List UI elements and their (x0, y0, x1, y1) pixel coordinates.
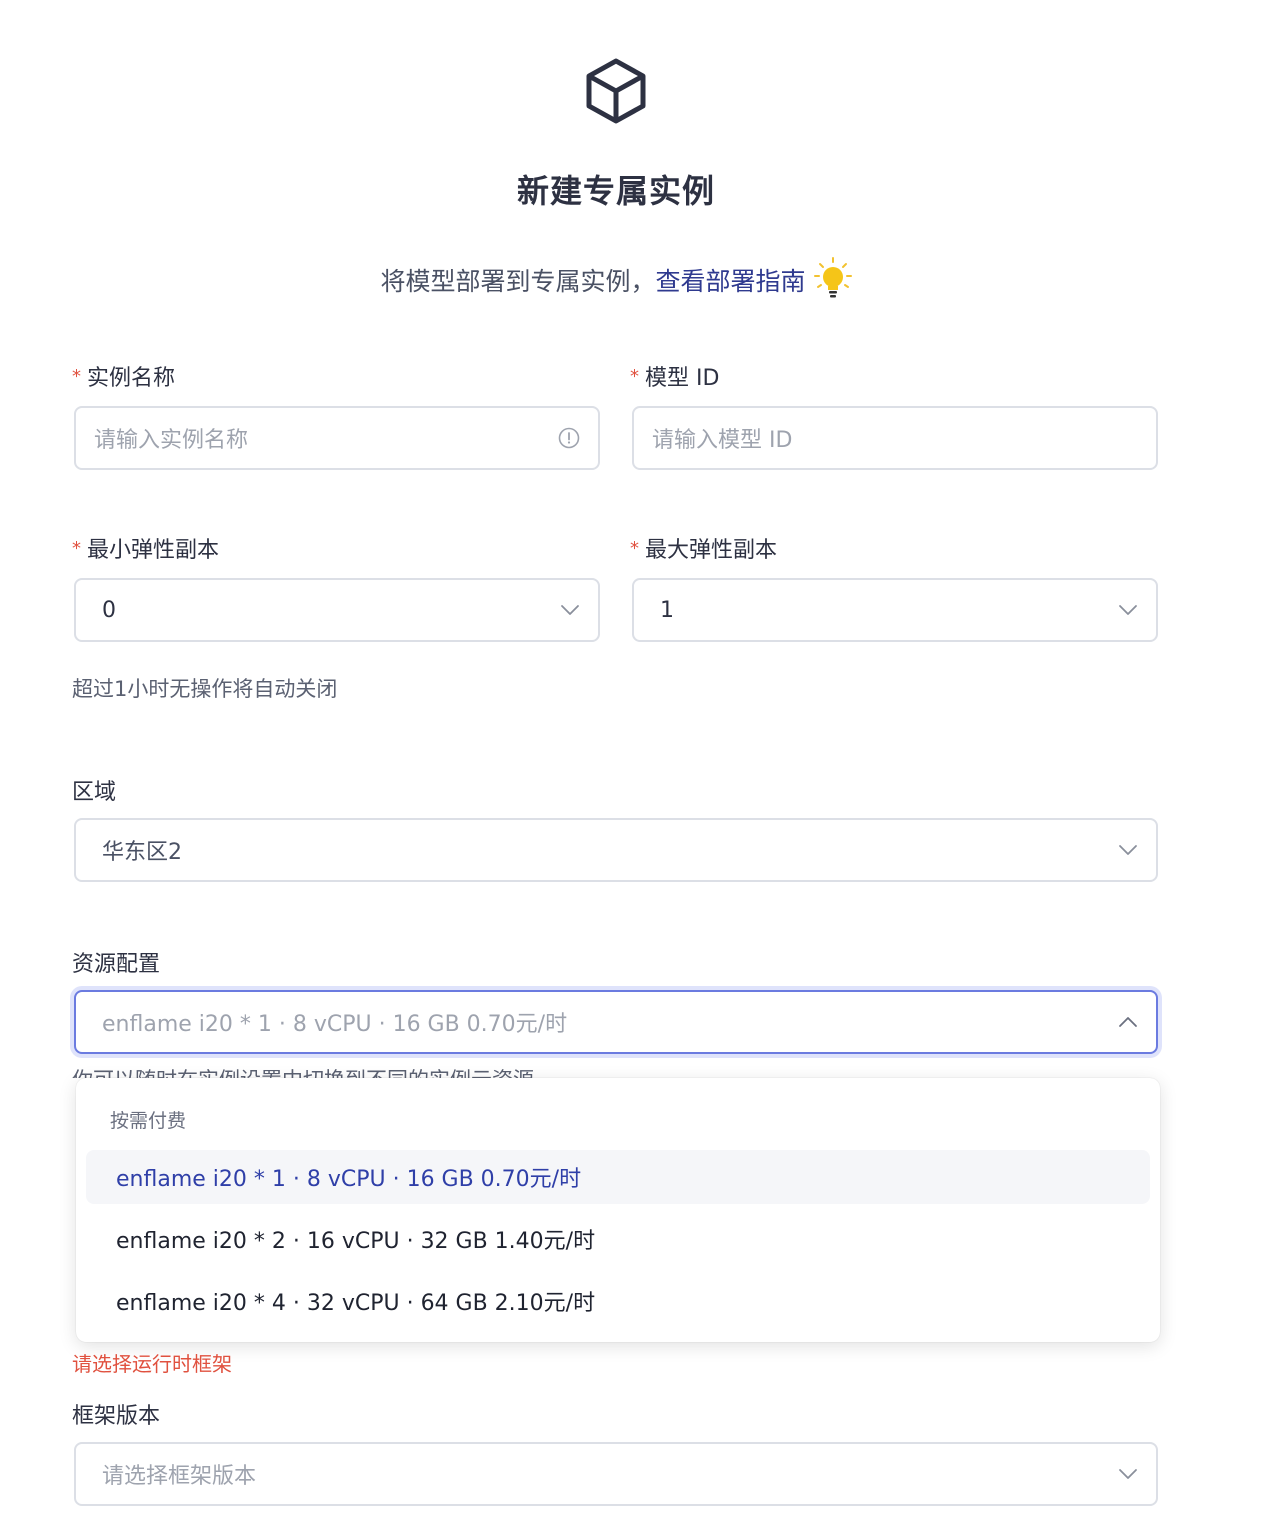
resource-dropdown: 按需付费 enflame i20 * 1 · 8 vCPU · 16 GB 0.… (76, 1078, 1160, 1342)
region-label: 区域 (72, 780, 117, 805)
min-replicas-label: * 最小弹性副本 (72, 538, 220, 563)
deployment-guide-link[interactable]: 查看部署指南 (656, 267, 806, 296)
required-mark: * (72, 538, 81, 559)
chevron-down-icon (1118, 844, 1138, 856)
resource-config-label: 资源配置 (72, 952, 161, 977)
resource-config-select[interactable]: enflame i20 * 1 · 8 vCPU · 16 GB 0.70元/时 (74, 990, 1158, 1054)
cube-icon (581, 56, 651, 126)
subtitle: 将模型部署到专属实例，查看部署指南 (0, 256, 1232, 306)
model-id-input[interactable]: 请输入模型 ID (632, 406, 1158, 470)
min-replicas-value: 0 (102, 597, 116, 623)
chevron-down-icon (1118, 604, 1138, 616)
dropdown-group-label: 按需付费 (110, 1110, 187, 1132)
max-replicas-select[interactable]: 1 (632, 578, 1158, 642)
instance-name-label: * 实例名称 (72, 366, 176, 391)
model-id-placeholder: 请输入模型 ID (652, 428, 793, 453)
instance-name-input[interactable]: 请输入实例名称 (74, 406, 600, 470)
resource-hint: 你可以随时在实例设置中切换到不同的实例云资源 (72, 1066, 632, 1078)
model-id-label: * 模型 ID (630, 366, 720, 391)
auto-close-hint: 超过1小时无操作将自动关闭 (72, 677, 338, 701)
min-replicas-select[interactable]: 0 (74, 578, 600, 642)
max-replicas-label: * 最大弹性副本 (630, 538, 778, 563)
info-circle-icon (558, 427, 580, 449)
chevron-down-icon (560, 604, 580, 616)
resource-config-value: enflame i20 * 1 · 8 vCPU · 16 GB 0.70元/时 (102, 1012, 568, 1037)
framework-version-label: 框架版本 (72, 1404, 161, 1429)
runtime-error-text: 请选择运行时框架 (72, 1352, 232, 1376)
subtitle-text: 将模型部署到专属实例， (380, 267, 656, 296)
chevron-down-icon (1118, 1468, 1138, 1480)
region-value: 华东区2 (102, 840, 182, 865)
required-mark: * (630, 538, 639, 559)
dropdown-option[interactable]: enflame i20 * 2 · 16 vCPU · 32 GB 1.40元/… (86, 1212, 1150, 1266)
required-mark: * (72, 366, 81, 387)
chevron-up-icon (1118, 1016, 1138, 1028)
framework-version-placeholder: 请选择框架版本 (102, 1464, 257, 1489)
region-select[interactable]: 华东区2 (74, 818, 1158, 882)
instance-name-placeholder: 请输入实例名称 (94, 428, 249, 453)
dropdown-option[interactable]: enflame i20 * 1 · 8 vCPU · 16 GB 0.70元/时 (86, 1150, 1150, 1204)
max-replicas-value: 1 (660, 597, 674, 623)
framework-version-select[interactable]: 请选择框架版本 (74, 1442, 1158, 1506)
required-mark: * (630, 366, 639, 387)
lightbulb-icon (813, 256, 852, 306)
page-title: 新建专属实例 (516, 172, 715, 210)
dropdown-option[interactable]: enflame i20 * 4 · 32 vCPU · 64 GB 2.10元/… (86, 1274, 1150, 1328)
